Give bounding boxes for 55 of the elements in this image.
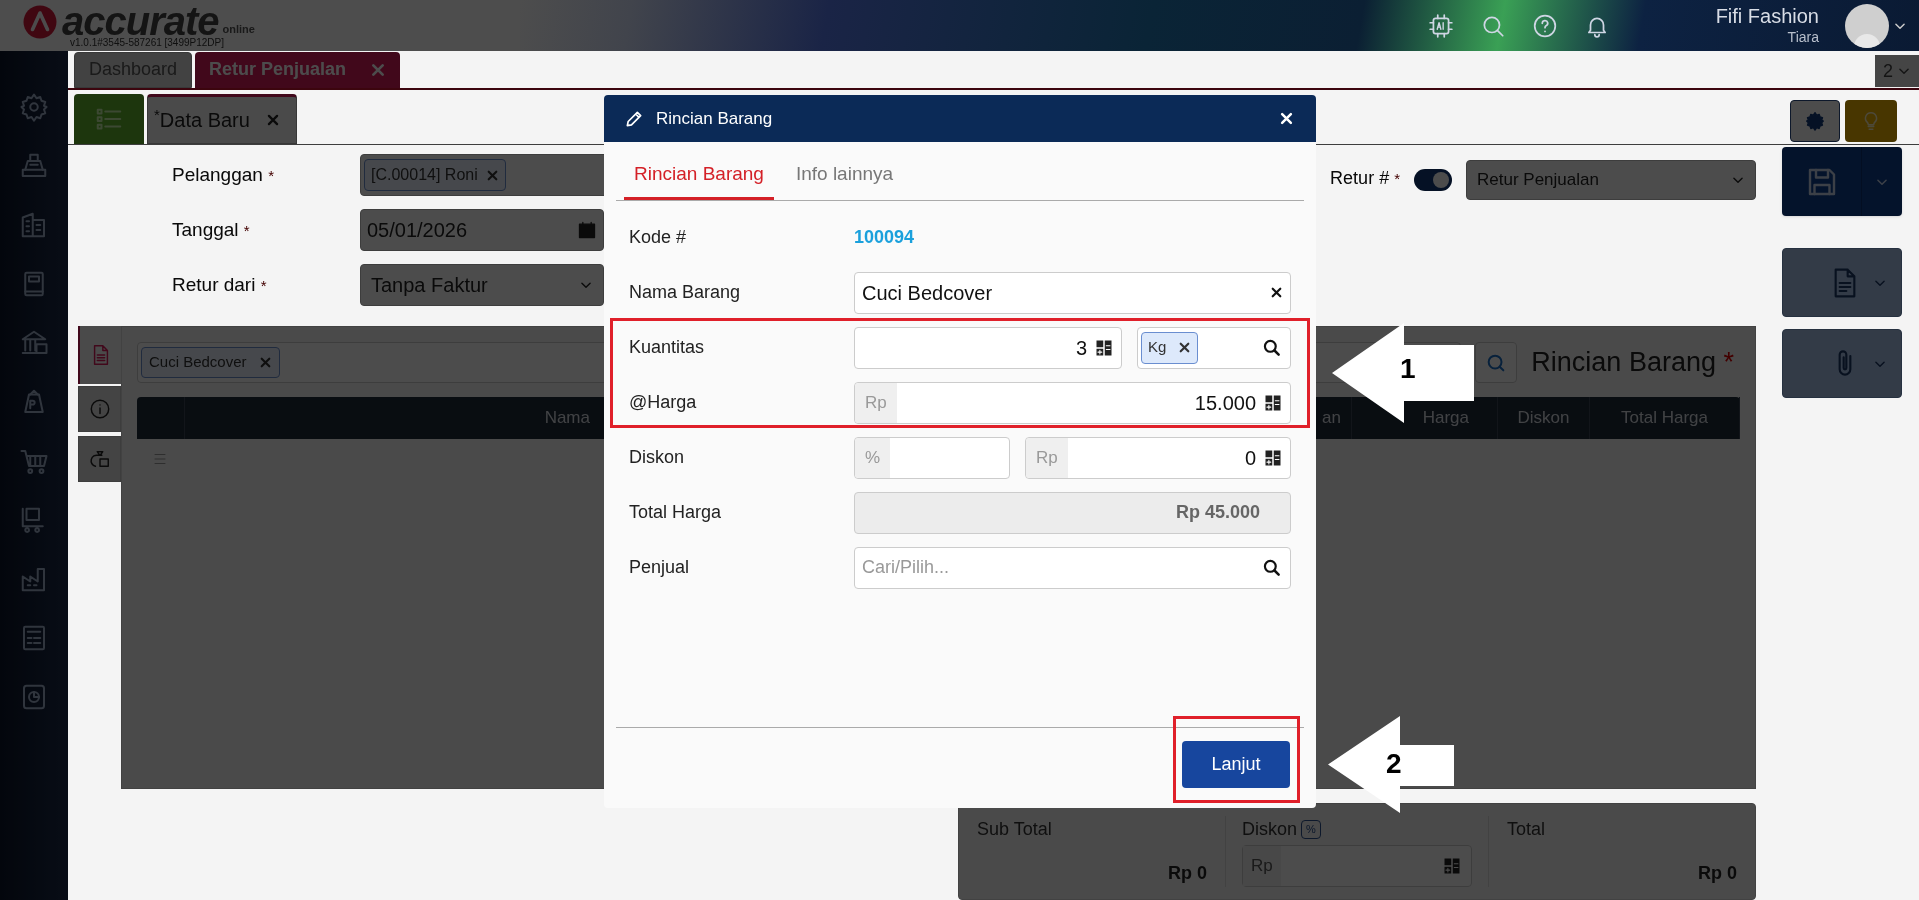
date-field[interactable]: 05/01/2026	[360, 209, 604, 251]
version-text: v1.0.1#3545-587261 [3499P12DP]	[70, 38, 224, 48]
required-mark: *	[268, 166, 274, 184]
item-code-link[interactable]: 100094	[854, 224, 915, 251]
discount-percent-field[interactable]: %	[854, 436, 1010, 479]
subtotal-label: Sub Total	[977, 818, 1053, 841]
customer-tag[interactable]: [C.00014] Roni	[364, 159, 506, 191]
subtotal-value: Rp 0	[1168, 862, 1207, 885]
tab-label: Retur Penjualan	[209, 58, 347, 82]
company-name: Fifi Fashion	[1715, 4, 1819, 30]
select-field[interactable]: Tanpa Faktur	[360, 264, 604, 306]
brand-name: accurate	[62, 4, 219, 38]
field-label: Penjual	[629, 556, 691, 579]
total-value: Rp 0	[1698, 862, 1737, 885]
dialog-title: Rincian Barang	[656, 107, 774, 130]
required-mark: *	[243, 221, 250, 239]
number-type-select[interactable]: Retur Penjualan	[1466, 160, 1756, 200]
currency-prefix: Rp	[1026, 437, 1068, 478]
dialog-tab[interactable]: Rincian Barang	[624, 160, 774, 200]
module-tab[interactable]: Retur Penjualan	[195, 51, 401, 88]
currency-prefix: Rp	[855, 382, 897, 423]
quantity-field[interactable]: 3	[854, 326, 1122, 369]
continue-button[interactable]: Lanjut	[1182, 741, 1290, 788]
discount-label: Diskon	[1242, 818, 1298, 841]
salesperson-field[interactable]: Cari/Pilih...	[854, 546, 1291, 589]
user-name: Tiara	[1787, 29, 1819, 47]
field-label: Diskon	[629, 446, 686, 469]
callout-number: 2	[1386, 750, 1402, 778]
unit-field[interactable]: Kg	[1137, 326, 1291, 369]
field-label: Nama Barang	[629, 281, 742, 304]
item-name-field[interactable]: Cuci Bedcover	[854, 271, 1291, 314]
required-mark: *	[1394, 170, 1400, 187]
callout-number: 1	[1400, 355, 1416, 383]
field-label: Retur #	[1330, 168, 1390, 188]
price-field[interactable]: Rp 15.000	[854, 381, 1291, 424]
field-label: Tanggal	[172, 218, 239, 240]
discount-mode-toggle[interactable]: %	[1301, 820, 1321, 839]
currency-prefix: %	[855, 437, 891, 478]
field-label: @Harga	[629, 391, 698, 414]
required-mark: *	[1723, 347, 1734, 378]
field-label: Pelanggan	[172, 163, 263, 185]
field-label: Kode #	[629, 226, 688, 249]
field-label: Kuantitas	[629, 336, 706, 359]
section-title: Rincian Barang	[1531, 347, 1716, 378]
field-label: Total Harga	[629, 501, 723, 524]
discount-amount-field[interactable]: Rp 0	[1025, 436, 1291, 479]
document-tab-label: $^{*}$Data Baru	[154, 105, 250, 133]
unit-tag[interactable]: Kg	[1141, 331, 1199, 364]
item-tag[interactable]: Cuci Bedcover	[141, 347, 280, 378]
document-tab[interactable]: $^{*}$Data Baru	[147, 94, 297, 144]
dialog-tab[interactable]: Info lainnya	[785, 160, 904, 200]
field-label: Retur dari	[172, 273, 256, 295]
required-mark: *	[260, 276, 267, 294]
total-price-field: Rp 45.000	[854, 491, 1291, 534]
total-label: Total	[1507, 818, 1547, 841]
